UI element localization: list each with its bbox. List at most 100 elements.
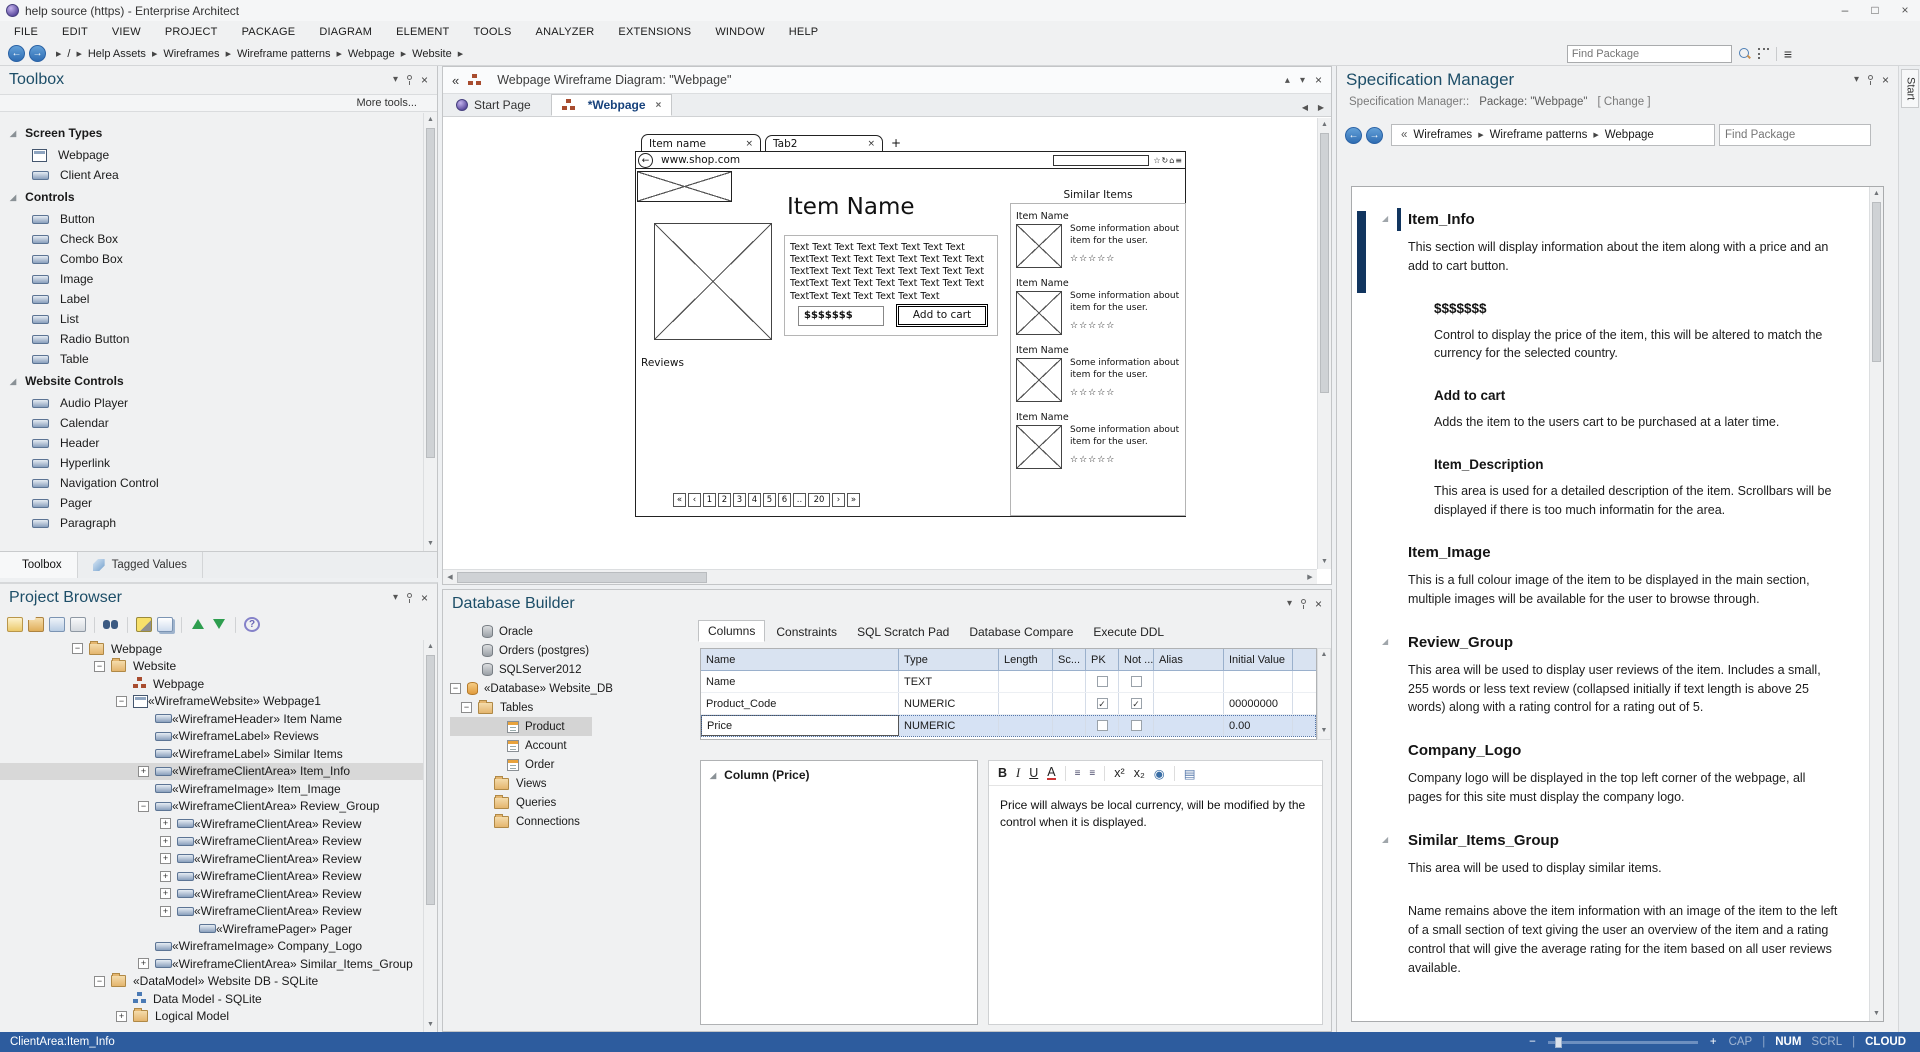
spec-entry[interactable]: Company_Logo Company logo will be displa…	[1408, 742, 1841, 807]
spec-entry-text[interactable]: Company logo will be displayed in the to…	[1408, 769, 1841, 807]
expander-icon[interactable]: +	[160, 853, 171, 864]
tree-row[interactable]: + «WireframeClientArea» Review	[0, 885, 423, 903]
new-model-icon[interactable]	[7, 617, 23, 632]
db-tab[interactable]: Constraints	[767, 622, 846, 642]
close-diagram-icon[interactable]: ×	[1315, 73, 1322, 87]
tree-row[interactable]: Webpage	[0, 675, 423, 693]
spec-find-package-input[interactable]	[1719, 124, 1871, 146]
breadcrumb-item[interactable]: Wireframes	[1413, 129, 1472, 141]
toolbox-item[interactable]: Calendar	[0, 413, 423, 433]
grid-data-row[interactable]: Name TEXT	[701, 671, 1316, 693]
change-package-link[interactable]: [ Change ]	[1598, 96, 1651, 108]
breadcrumb-item[interactable]: Webpage	[348, 48, 395, 60]
spec-entry-title[interactable]: Item_Image	[1408, 544, 1841, 561]
spec-entry-text[interactable]: Adds the item to the users cart to be pu…	[1434, 413, 1841, 432]
expander-icon[interactable]: −	[116, 696, 127, 707]
zoom-in-icon[interactable]: +	[1710, 1036, 1717, 1048]
specification-scrollbar[interactable]: ▲ ▼	[1869, 187, 1883, 1021]
spec-entry[interactable]: Similar_Items_Group ◢ This area will be …	[1408, 832, 1841, 878]
expander-icon[interactable]: +	[160, 871, 171, 882]
tree-row[interactable]: «WireframeImage» Item_Image	[0, 780, 423, 798]
database-tree-row[interactable]: Order	[450, 755, 592, 774]
grid-header-cell[interactable]: Sc...	[1053, 649, 1086, 670]
wireframe-reviews-label[interactable]: Reviews	[641, 357, 684, 369]
spec-entry[interactable]: Item_Description This area is used for a…	[1408, 457, 1841, 520]
database-tree-row[interactable]: Orders (postgres)	[450, 641, 592, 660]
menu-item[interactable]: ANALYZER	[536, 26, 595, 38]
tree-row[interactable]: «WireframePager» Pager	[0, 920, 423, 938]
collapse-triangle-icon[interactable]: ◢	[1382, 835, 1388, 844]
pin-icon[interactable]	[1868, 75, 1873, 80]
database-tree-row[interactable]: Oracle	[450, 622, 592, 641]
separator[interactable]	[181, 617, 182, 633]
status-flag[interactable]: SCRL	[1811, 1036, 1842, 1048]
breadcrumb-item[interactable]: Wireframes	[163, 48, 219, 60]
tree-row[interactable]: Data Model - SQLite	[0, 990, 423, 1008]
collapse-chevrons-icon[interactable]: «	[452, 73, 459, 88]
toolbox-item[interactable]: Webpage	[0, 145, 423, 165]
toolbox-item[interactable]: Button	[0, 209, 423, 229]
tab-close-icon[interactable]: ×	[656, 100, 662, 111]
status-flag[interactable]: CAP	[1729, 1036, 1753, 1048]
grid-header-cell[interactable]: Not ...	[1119, 649, 1154, 670]
wireframe-item-description[interactable]: Text Text Text Text Text Text Text Text …	[784, 235, 998, 336]
grid-data-row[interactable]: Product_Code NUMERIC ✓ ✓ 00000000	[701, 693, 1316, 715]
diagram-canvas[interactable]: Item name× Tab2× + ← www.shop.com	[443, 118, 1317, 569]
spec-entry[interactable]: Item_Image This is a full colour image o…	[1408, 544, 1841, 609]
status-flag[interactable]: NUM	[1775, 1036, 1801, 1048]
db-tab[interactable]: Execute DDL	[1084, 622, 1173, 642]
tree-row[interactable]: «WireframeHeader» Item Name	[0, 710, 423, 728]
db-tab[interactable]: Database Compare	[960, 622, 1082, 642]
tree-row[interactable]: + «WireframeClientArea» Review	[0, 815, 423, 833]
separator[interactable]	[1065, 766, 1066, 781]
bold-icon[interactable]: B	[998, 766, 1007, 780]
toolbox-item[interactable]: Label	[0, 289, 423, 309]
font-color-icon[interactable]: A	[1047, 766, 1055, 781]
spec-entry-text[interactable]: This area will be used to display user r…	[1408, 661, 1841, 717]
toolbox-item[interactable]: Header	[0, 433, 423, 453]
wireframe-item-image-placeholder[interactable]	[654, 223, 772, 340]
toolbox-item[interactable]: Table	[0, 349, 423, 369]
spec-entry[interactable]: $$$$$$$ Control to display the price of …	[1408, 301, 1841, 364]
menu-item[interactable]: EDIT	[62, 26, 88, 38]
tree-row[interactable]: − «WireframeWebsite» Webpage1	[0, 693, 423, 711]
spec-entry-text[interactable]: This area is used for a detailed descrip…	[1434, 482, 1841, 520]
forward-button[interactable]: →	[1366, 127, 1383, 144]
expander-icon[interactable]: +	[138, 766, 149, 777]
menu-item[interactable]: DIAGRAM	[319, 26, 372, 38]
notnull-checkbox[interactable]: ✓	[1131, 698, 1142, 709]
scroll-thumb[interactable]	[1872, 202, 1881, 362]
more-tools-link[interactable]: More tools...	[356, 97, 417, 109]
database-tree-row[interactable]: Account	[450, 736, 592, 755]
edit-icon[interactable]	[136, 617, 152, 632]
toolbox-item[interactable]: Pager	[0, 493, 423, 513]
pk-checkbox[interactable]: ✓	[1097, 698, 1108, 709]
tree-row[interactable]: «WireframeImage» Company_Logo	[0, 938, 423, 956]
expander-icon[interactable]: −	[94, 661, 105, 672]
toolbox-item[interactable]: Image	[0, 269, 423, 289]
breadcrumb-item[interactable]: Wireframe patterns	[237, 48, 331, 60]
expander-icon[interactable]: −	[450, 683, 461, 694]
numbered-list-icon[interactable]: ≡	[1089, 768, 1095, 779]
scroll-thumb[interactable]	[1320, 133, 1329, 393]
collapse-triangle-icon[interactable]: ◢	[1382, 214, 1388, 223]
document-tab[interactable]: Start Page	[446, 94, 551, 116]
expander-icon[interactable]: +	[160, 818, 171, 829]
scroll-up-icon[interactable]: ▲	[424, 113, 437, 127]
new-diagram-icon[interactable]	[49, 617, 65, 632]
grid-header-cell[interactable]: Initial Value	[1224, 649, 1293, 670]
breadcrumb-item[interactable]: Website	[412, 48, 452, 60]
database-tree-row[interactable]: Queries	[450, 793, 592, 812]
separator[interactable]	[127, 617, 128, 633]
insert-document-icon[interactable]: ▤	[1184, 766, 1196, 781]
scroll-up-icon[interactable]: ▲	[1870, 187, 1883, 201]
spec-entry[interactable]: Name remains above the item information …	[1408, 902, 1841, 977]
breadcrumb-item[interactable]: Webpage	[1605, 129, 1654, 141]
spec-entry-title[interactable]: Company_Logo	[1408, 742, 1841, 759]
wireframe-price-box[interactable]: $$$$$$$	[798, 306, 884, 326]
search-icon[interactable]	[103, 617, 119, 632]
tree-row[interactable]: − Website	[0, 658, 423, 676]
separator[interactable]	[235, 617, 236, 633]
pin-icon[interactable]	[407, 75, 412, 80]
tree-row[interactable]: + «WireframeClientArea» Review	[0, 850, 423, 868]
